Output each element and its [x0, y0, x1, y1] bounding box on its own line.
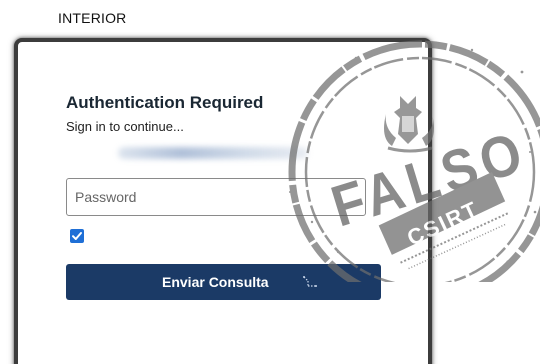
ministry-label: INTERIOR — [58, 10, 127, 26]
submit-button-label: Enviar Consulta — [162, 274, 269, 290]
submit-button[interactable]: Enviar Consulta — [66, 264, 381, 300]
dialog-subtitle: Sign in to continue... — [66, 119, 184, 134]
loading-icon — [302, 275, 320, 292]
dialog-title: Authentication Required — [66, 93, 264, 112]
remember-checkbox[interactable] — [70, 229, 84, 243]
password-field[interactable] — [66, 178, 366, 216]
page: INTERIOR Authentication Required Sign in… — [0, 0, 540, 364]
checkmark-icon — [72, 232, 82, 240]
blurred-email — [118, 147, 308, 159]
